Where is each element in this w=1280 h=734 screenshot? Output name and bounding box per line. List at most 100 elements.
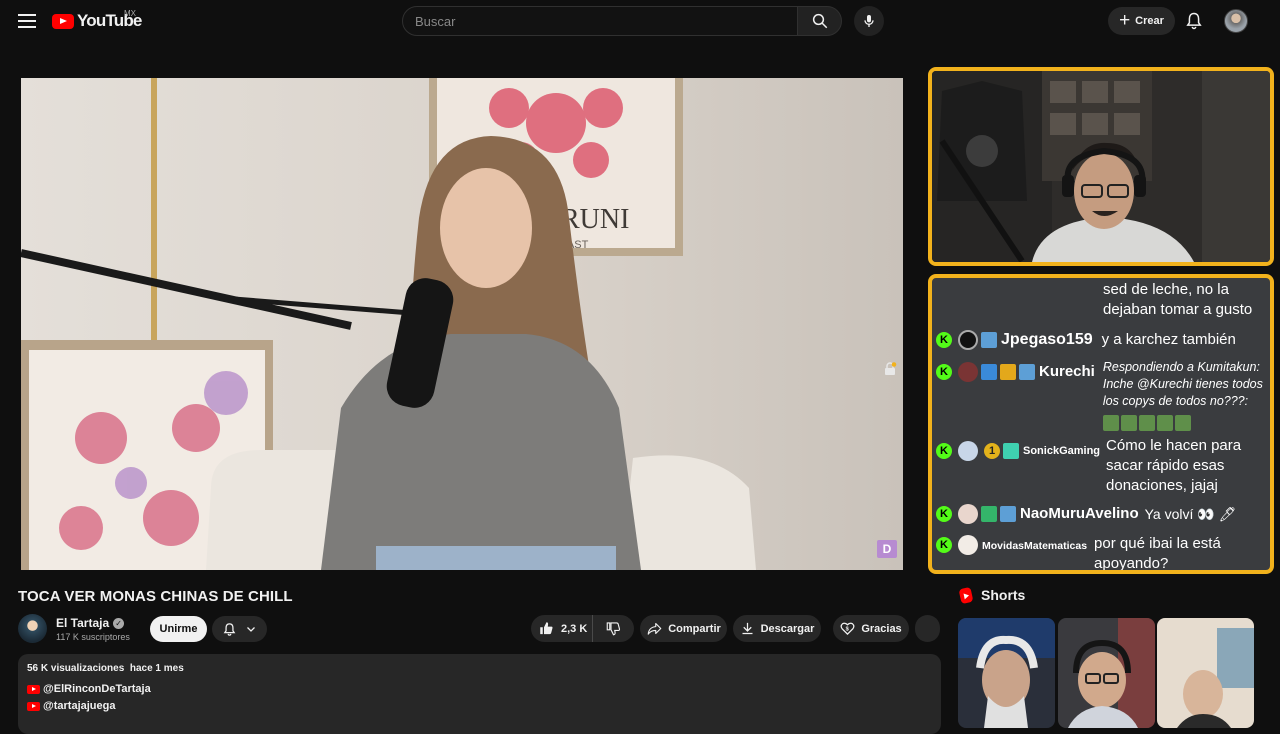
- pepe-emote-icon: [1139, 415, 1155, 431]
- more-actions-button[interactable]: [915, 615, 940, 642]
- short-thumbnail[interactable]: [1157, 618, 1254, 728]
- download-button[interactable]: Descargar: [733, 615, 821, 642]
- chat-username: NaoMuruAvelino: [1020, 505, 1139, 522]
- og-badge-icon: [981, 506, 997, 522]
- crown-badge-icon: [1000, 364, 1016, 380]
- search-button[interactable]: [797, 6, 842, 36]
- plus-icon: +: [1119, 9, 1131, 31]
- microphone-icon: [864, 15, 874, 27]
- channel-watermark: D: [877, 540, 897, 558]
- share-button[interactable]: Compartir: [640, 615, 727, 642]
- thanks-button[interactable]: $ Gracias: [833, 615, 909, 642]
- chat-username: MovidasMatematicas: [982, 540, 1088, 552]
- youtube-play-icon: [52, 13, 74, 29]
- short-thumbnail-image: [958, 618, 1055, 728]
- menu-icon[interactable]: [16, 10, 38, 32]
- chat-message: K Kurechi Respondiendo a Kumitakun: Inch…: [936, 359, 1266, 410]
- kick-badge-icon: K: [936, 364, 952, 380]
- kick-badge-icon: K: [936, 506, 952, 522]
- video-player[interactable]: RUNI CAST D: [21, 78, 903, 570]
- tier-badge: 1: [984, 443, 1000, 459]
- download-label: Descargar: [760, 622, 815, 635]
- share-icon: [647, 622, 662, 635]
- kick-badge-icon: K: [936, 443, 952, 459]
- chat-message: K MovidasMatematicas por qué ibai la est…: [936, 534, 1266, 572]
- chat-username: Kurechi: [1039, 363, 1095, 380]
- like-dislike-group: 2,3 K: [531, 615, 634, 642]
- video-title: TOCA VER MONAS CHINAS DE CHILL: [18, 588, 293, 605]
- search-input[interactable]: [403, 7, 797, 35]
- chevron-down-icon: [247, 627, 255, 632]
- pepe-emote-icon: [1157, 415, 1173, 431]
- gift-badge-icon: [1003, 443, 1019, 459]
- user-avatar: [958, 504, 978, 524]
- chat-message: K Jpegaso159 y a karchez también: [936, 330, 1266, 350]
- country-code: MX: [124, 9, 136, 18]
- shorts-logo-icon: [958, 586, 974, 604]
- sticker-badge-icon: [1000, 506, 1016, 522]
- shorts-title: Shorts: [981, 587, 1026, 603]
- live-chat-overlay: sed de leche, no la dejaban tomar a gust…: [928, 274, 1274, 574]
- chat-username: Jpegaso159: [1001, 331, 1093, 348]
- short-thumbnail[interactable]: [958, 618, 1055, 728]
- user-avatar: [958, 330, 978, 350]
- channel-link-text[interactable]: @tartajajuega: [43, 700, 115, 712]
- view-count: 56 K visualizaciones: [27, 663, 125, 674]
- short-thumbnail-image: [1058, 618, 1155, 728]
- short-thumbnail[interactable]: [1058, 618, 1155, 728]
- chat-message: K 1 SonickGaming Cómo le hacen para saca…: [936, 436, 1266, 496]
- chat-message: K NaoMuruAvelino Ya volví 👀 🖊: [936, 504, 1266, 524]
- youtube-icon: [27, 701, 40, 711]
- kick-badge-icon: K: [936, 332, 952, 348]
- sticker-badge-icon: [1019, 364, 1035, 380]
- streamer-camera-frame: [932, 71, 1270, 262]
- thumbs-up-icon: [540, 622, 553, 635]
- notifications-bell-icon[interactable]: [1184, 11, 1204, 31]
- channel-name[interactable]: El Tartaja: [56, 616, 109, 630]
- channel-link-text[interactable]: @ElRinconDeTartaja: [43, 683, 151, 695]
- chat-message-text: Respondiendo a Kumitakun: Inche @Kurechi…: [1102, 360, 1263, 408]
- pepe-emote-icon: [1103, 415, 1119, 431]
- thanks-label: Gracias: [861, 622, 902, 635]
- search-box[interactable]: [402, 6, 798, 36]
- verified-check-icon: ✓: [113, 617, 125, 629]
- channel-link[interactable]: @ElRinconDeTartaja: [27, 683, 151, 695]
- account-avatar[interactable]: [1224, 9, 1248, 33]
- emote-row: [1103, 415, 1191, 431]
- search-icon: [812, 13, 827, 29]
- view-date-row: 56 K visualizaciones hace 1 mes: [27, 663, 184, 674]
- chat-message-text: y a karchez también: [1101, 331, 1236, 348]
- channel-link[interactable]: @tartajajuega: [27, 700, 115, 712]
- voice-search-button[interactable]: [854, 6, 884, 36]
- video-frame: RUNI CAST: [21, 78, 903, 570]
- channel-avatar[interactable]: [18, 614, 47, 643]
- description-box[interactable]: 56 K visualizaciones hace 1 mes @ElRinco…: [18, 654, 941, 734]
- channel-name-row[interactable]: El Tartaja ✓: [56, 616, 125, 630]
- download-icon: [742, 622, 753, 635]
- pepe-emote-icon: [1121, 415, 1137, 431]
- upload-date: hace 1 mes: [129, 663, 184, 674]
- chat-username: SonickGaming: [1023, 445, 1101, 457]
- create-label: Crear: [1135, 15, 1164, 27]
- chat-message-text: Cómo le hacen para sacar rápido esas don…: [1106, 437, 1242, 494]
- youtube-icon: [27, 684, 40, 694]
- like-count: 2,3 K: [561, 622, 588, 635]
- poster-text: RUNI: [561, 204, 629, 235]
- create-button[interactable]: + Crear: [1108, 7, 1175, 35]
- join-button[interactable]: Unirme: [150, 616, 207, 642]
- like-button[interactable]: 2,3 K: [531, 615, 593, 642]
- thumbs-down-icon: [606, 622, 621, 636]
- dislike-button[interactable]: [593, 615, 634, 642]
- kick-badge-icon: K: [936, 537, 952, 553]
- chat-message-text: por qué ibai la está apoyando?: [1094, 535, 1221, 572]
- lock-icon: [885, 362, 897, 375]
- bell-icon: [223, 622, 236, 636]
- svg-text:$: $: [846, 626, 850, 632]
- subscriber-count: 117 K suscriptores: [56, 632, 130, 642]
- user-avatar: [958, 362, 978, 382]
- short-thumbnail-image: [1157, 618, 1254, 728]
- shorts-header: Shorts: [958, 586, 1026, 604]
- hammer-badge-icon: [981, 364, 997, 380]
- subscription-notifications-button[interactable]: [212, 616, 267, 642]
- top-bar: YouTube MX + Crear: [0, 0, 1280, 42]
